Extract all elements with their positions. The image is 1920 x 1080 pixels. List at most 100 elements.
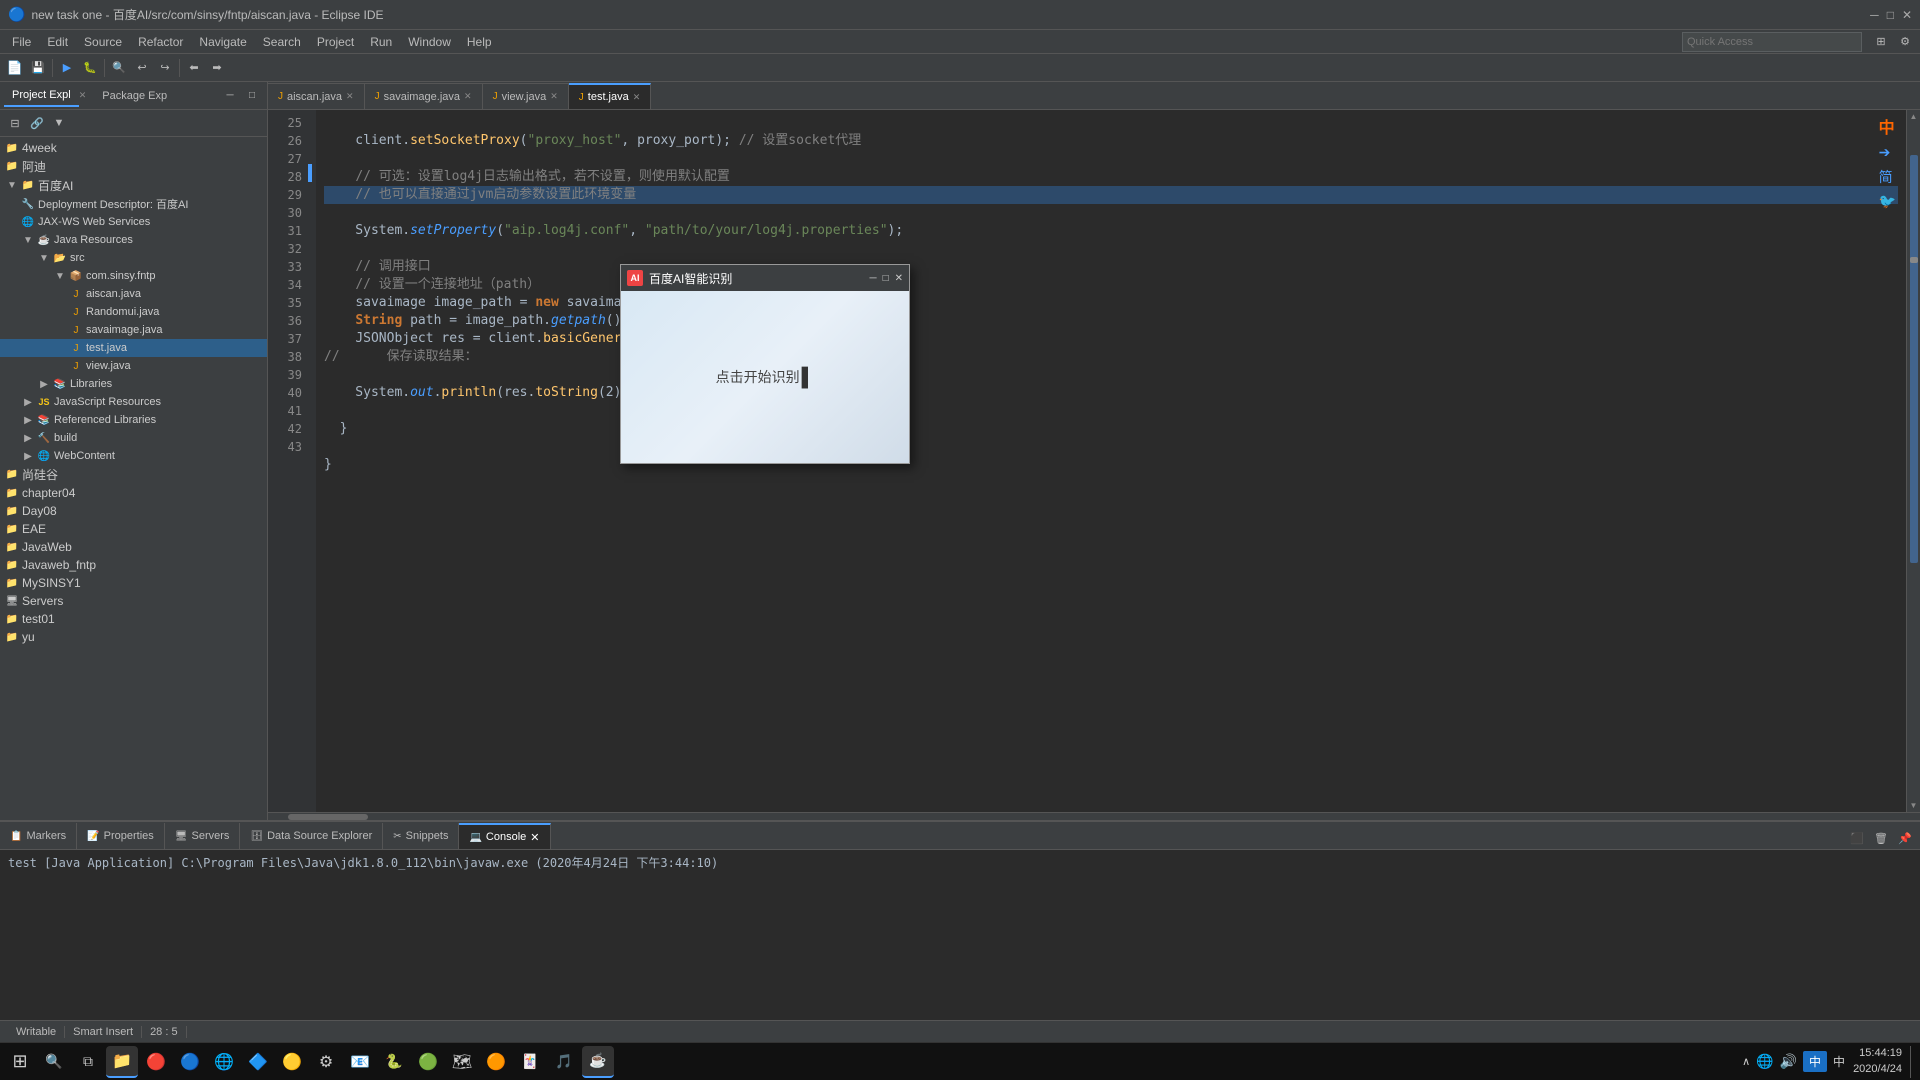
ime-icon[interactable]: 中 bbox=[1833, 1053, 1845, 1070]
next-btn[interactable]: ⬅ bbox=[183, 57, 205, 79]
volume-icon[interactable]: 🔊 bbox=[1780, 1053, 1797, 1070]
scroll-up-btn[interactable]: ▲ bbox=[1910, 112, 1918, 121]
dialog-close-btn[interactable]: ✕ bbox=[895, 273, 903, 284]
editor-tab-view[interactable]: J view.java ✕ bbox=[483, 83, 569, 109]
tree-item-webcontent[interactable]: ▶ 🌐 WebContent bbox=[0, 447, 267, 465]
close-project-tab[interactable]: ✕ bbox=[79, 90, 87, 101]
minimize-button[interactable]: ─ bbox=[1870, 8, 1879, 22]
tab-markers[interactable]: 📋 Markers bbox=[0, 823, 77, 849]
start-button[interactable]: ⊞ bbox=[4, 1046, 36, 1078]
tab-snippets[interactable]: ✂ Snippets bbox=[383, 823, 459, 849]
menu-run[interactable]: Run bbox=[362, 33, 400, 51]
quick-access-input[interactable] bbox=[1682, 32, 1862, 52]
tab-project-explorer[interactable]: Project Expl bbox=[4, 85, 79, 107]
app3-taskbar[interactable]: 🌐 bbox=[208, 1046, 240, 1078]
tree-item-baidu-ai[interactable]: ▼ 📁 百度AI bbox=[0, 176, 267, 195]
pin-console-btn[interactable]: 📌 bbox=[1894, 827, 1916, 849]
tab-servers[interactable]: 🖥 Servers bbox=[165, 823, 241, 849]
search-btn[interactable]: 🔍 bbox=[108, 57, 130, 79]
app5-taskbar[interactable]: 🟡 bbox=[276, 1046, 308, 1078]
tree-item-savaimage[interactable]: J savaimage.java bbox=[0, 321, 267, 339]
tree-item-package[interactable]: ▼ 📦 com.sinsy.fntp bbox=[0, 267, 267, 285]
tree-item-javaweb[interactable]: 📁 JavaWeb bbox=[0, 538, 267, 556]
close-tab-btn[interactable]: ✕ bbox=[464, 91, 472, 102]
tree-item-test[interactable]: J test.java bbox=[0, 339, 267, 357]
redo-btn[interactable]: ↪ bbox=[154, 57, 176, 79]
tree-item-servers[interactable]: 🖥 Servers bbox=[0, 592, 267, 610]
close-tab-btn[interactable]: ✕ bbox=[550, 91, 558, 102]
cortana-btn[interactable]: 🔍 bbox=[38, 1046, 70, 1078]
tree-item-4week[interactable]: 📁 4week bbox=[0, 139, 267, 157]
clear-console-btn[interactable]: 🗑 bbox=[1870, 827, 1892, 849]
tree-item-shangguigu[interactable]: 📁 尚硅谷 bbox=[0, 465, 267, 484]
editor-tab-test[interactable]: J test.java ✕ bbox=[569, 83, 652, 109]
minimize-panel-btn[interactable]: ─ bbox=[219, 85, 241, 107]
dialog-minimize-btn[interactable]: ─ bbox=[869, 273, 876, 284]
collapse-all-btn[interactable]: ⊟ bbox=[4, 112, 26, 134]
explorer-taskbar[interactable]: 📁 bbox=[106, 1046, 138, 1078]
tree-item-javaweb-fntp[interactable]: 📁 Javaweb_fntp bbox=[0, 556, 267, 574]
editor-tab-savaimage[interactable]: J savaimage.java ✕ bbox=[365, 83, 483, 109]
prev-btn[interactable]: ➡ bbox=[206, 57, 228, 79]
link-editor-btn[interactable]: 🔗 bbox=[26, 112, 48, 134]
tree-item-src[interactable]: ▼ 📂 src bbox=[0, 249, 267, 267]
chinese-char[interactable]: 中 bbox=[1879, 114, 1896, 138]
tree-item-libraries[interactable]: ▶ 📚 Libraries bbox=[0, 375, 267, 393]
network-icon[interactable]: 🌐 bbox=[1756, 1053, 1773, 1070]
app9-taskbar[interactable]: 🟢 bbox=[412, 1046, 444, 1078]
app11-taskbar[interactable]: 🟠 bbox=[480, 1046, 512, 1078]
app14-taskbar[interactable]: ☕ bbox=[582, 1046, 614, 1078]
app1-taskbar[interactable]: 🔴 bbox=[140, 1046, 172, 1078]
tree-item-referenced-libraries[interactable]: ▶ 📚 Referenced Libraries bbox=[0, 411, 267, 429]
tree-item-jax-ws[interactable]: 🌐 JAX-WS Web Services bbox=[0, 213, 267, 231]
run-btn[interactable]: ▶ bbox=[56, 57, 78, 79]
tree-item-day08[interactable]: 📁 Day08 bbox=[0, 502, 267, 520]
dialog-titlebar[interactable]: AI 百度AI智能识别 ─ □ ✕ bbox=[621, 265, 909, 291]
debug-btn[interactable]: 🐛 bbox=[79, 57, 101, 79]
menu-window[interactable]: Window bbox=[400, 33, 459, 51]
settings-icon[interactable]: ⚙ bbox=[1894, 31, 1916, 53]
stop-console-btn[interactable]: ⬛ bbox=[1846, 827, 1868, 849]
app7-taskbar[interactable]: 📧 bbox=[344, 1046, 376, 1078]
app6-taskbar[interactable]: ⚙ bbox=[310, 1046, 342, 1078]
app12-taskbar[interactable]: 🃏 bbox=[514, 1046, 546, 1078]
tree-item-test01[interactable]: 📁 test01 bbox=[0, 610, 267, 628]
menu-project[interactable]: Project bbox=[309, 33, 362, 51]
show-desktop-btn[interactable] bbox=[1910, 1046, 1916, 1078]
system-clock[interactable]: 15:44:19 2020/4/24 bbox=[1847, 1046, 1908, 1077]
close-button[interactable]: ✕ bbox=[1902, 8, 1912, 22]
tree-item-js-resources[interactable]: ▶ JS JavaScript Resources bbox=[0, 393, 267, 411]
code-content[interactable]: client.setSocketProxy("proxy_host", prox… bbox=[316, 110, 1906, 812]
tree-item-yu[interactable]: 📁 yu bbox=[0, 628, 267, 646]
menu-help[interactable]: Help bbox=[459, 33, 500, 51]
expand-tray-btn[interactable]: ∧ bbox=[1742, 1055, 1750, 1068]
maximize-panel-btn[interactable]: □ bbox=[241, 85, 263, 107]
bird-icon[interactable]: 🐦 bbox=[1879, 193, 1896, 210]
task-view-btn[interactable]: ⧉ bbox=[72, 1046, 104, 1078]
editor-tab-aiscan[interactable]: J aiscan.java ✕ bbox=[268, 83, 365, 109]
tree-item-view[interactable]: J view.java bbox=[0, 357, 267, 375]
tab-console[interactable]: 💻 Console ✕ bbox=[459, 823, 550, 849]
tree-item-mysinsy1[interactable]: 📁 MySINSY1 bbox=[0, 574, 267, 592]
tree-item-java-resources[interactable]: ▼ ☕ Java Resources bbox=[0, 231, 267, 249]
tab-package-explorer[interactable]: Package Exp bbox=[94, 86, 175, 106]
arrow-icon[interactable]: ➔ bbox=[1879, 144, 1896, 161]
code-editor[interactable]: 25 26 27 28 29 30 31 32 33 34 35 36 37 3… bbox=[268, 110, 1920, 812]
maximize-button[interactable]: □ bbox=[1887, 8, 1894, 22]
view-menu-btn[interactable]: ▼ bbox=[48, 112, 70, 134]
close-tab-btn[interactable]: ✕ bbox=[346, 91, 354, 102]
undo-btn[interactable]: ↩ bbox=[131, 57, 153, 79]
dialog-maximize-btn[interactable]: □ bbox=[883, 273, 889, 284]
tree-item-deployment-descriptor[interactable]: 🔧 Deployment Descriptor: 百度AI bbox=[0, 195, 267, 213]
app10-taskbar[interactable]: 🗺 bbox=[446, 1046, 478, 1078]
new-file-btn[interactable]: 📄 bbox=[4, 57, 26, 79]
close-tab-btn[interactable]: ✕ bbox=[633, 92, 641, 103]
dialog-content-area[interactable]: 点击开始识别 ▌ bbox=[621, 291, 909, 463]
tab-datasource[interactable]: 🗄 Data Source Explorer bbox=[240, 823, 383, 849]
tree-item-adi[interactable]: 📁 阿迪 bbox=[0, 157, 267, 176]
menu-file[interactable]: File bbox=[4, 33, 39, 51]
close-console-tab[interactable]: ✕ bbox=[530, 831, 539, 844]
menu-source[interactable]: Source bbox=[76, 33, 130, 51]
tab-properties[interactable]: 📝 Properties bbox=[77, 823, 165, 849]
tree-item-aiscan[interactable]: J aiscan.java bbox=[0, 285, 267, 303]
